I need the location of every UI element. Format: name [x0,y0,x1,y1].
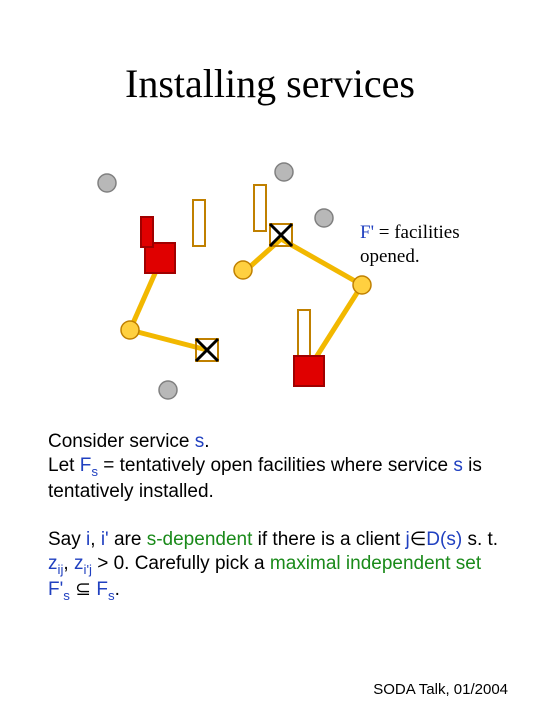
p2-sdep: s-dependent [147,529,253,550]
p2-c1: , [90,529,101,550]
paragraph-2: Say i, i' are s-dependent if there is a … [48,528,500,605]
p2-say: Say [48,529,86,550]
p2-c2: , [63,553,74,574]
p2-Fps: F's [48,579,70,600]
p1-s2: s [453,455,463,476]
p1-text: Consider service [48,431,195,452]
p2-iprime: i' [101,529,109,550]
p1-dot1: . [204,431,209,452]
p1-let: Let [48,455,80,476]
p2-st: s. t. [462,529,498,550]
opened-facility-group [141,217,324,386]
p2-in: ∈ [410,529,427,550]
slide-title: Installing services [0,60,540,107]
facility-diagram: F' = facilities opened. [50,140,490,400]
p2-gt0: > 0. Carefully pick a [92,553,270,574]
p2-Ds: D(s) [426,529,462,550]
p1-eq: = tentatively open facilities where serv… [98,455,453,476]
p2-dot: . [115,579,120,600]
p2-are: are [109,529,147,550]
p2-ziprimej: zi'j [74,553,92,574]
p1-s1: s [195,431,205,452]
p2-if: if there is a client [252,529,405,550]
p2-sub: ⊆ [70,579,96,600]
p2-zij: zij [48,553,63,574]
paragraph-1: Consider service s. Let Fs = tentatively… [48,430,500,504]
legend-fprime-line2: opened. [360,246,420,267]
p2-Fs2: Fs [96,579,114,600]
p1-Fs: Fs [80,455,98,476]
legend-fprime: F' = facilities [360,222,460,243]
slide-footer: SODA Talk, 01/2004 [373,681,508,698]
p2-mis: maximal independent set [270,553,481,574]
